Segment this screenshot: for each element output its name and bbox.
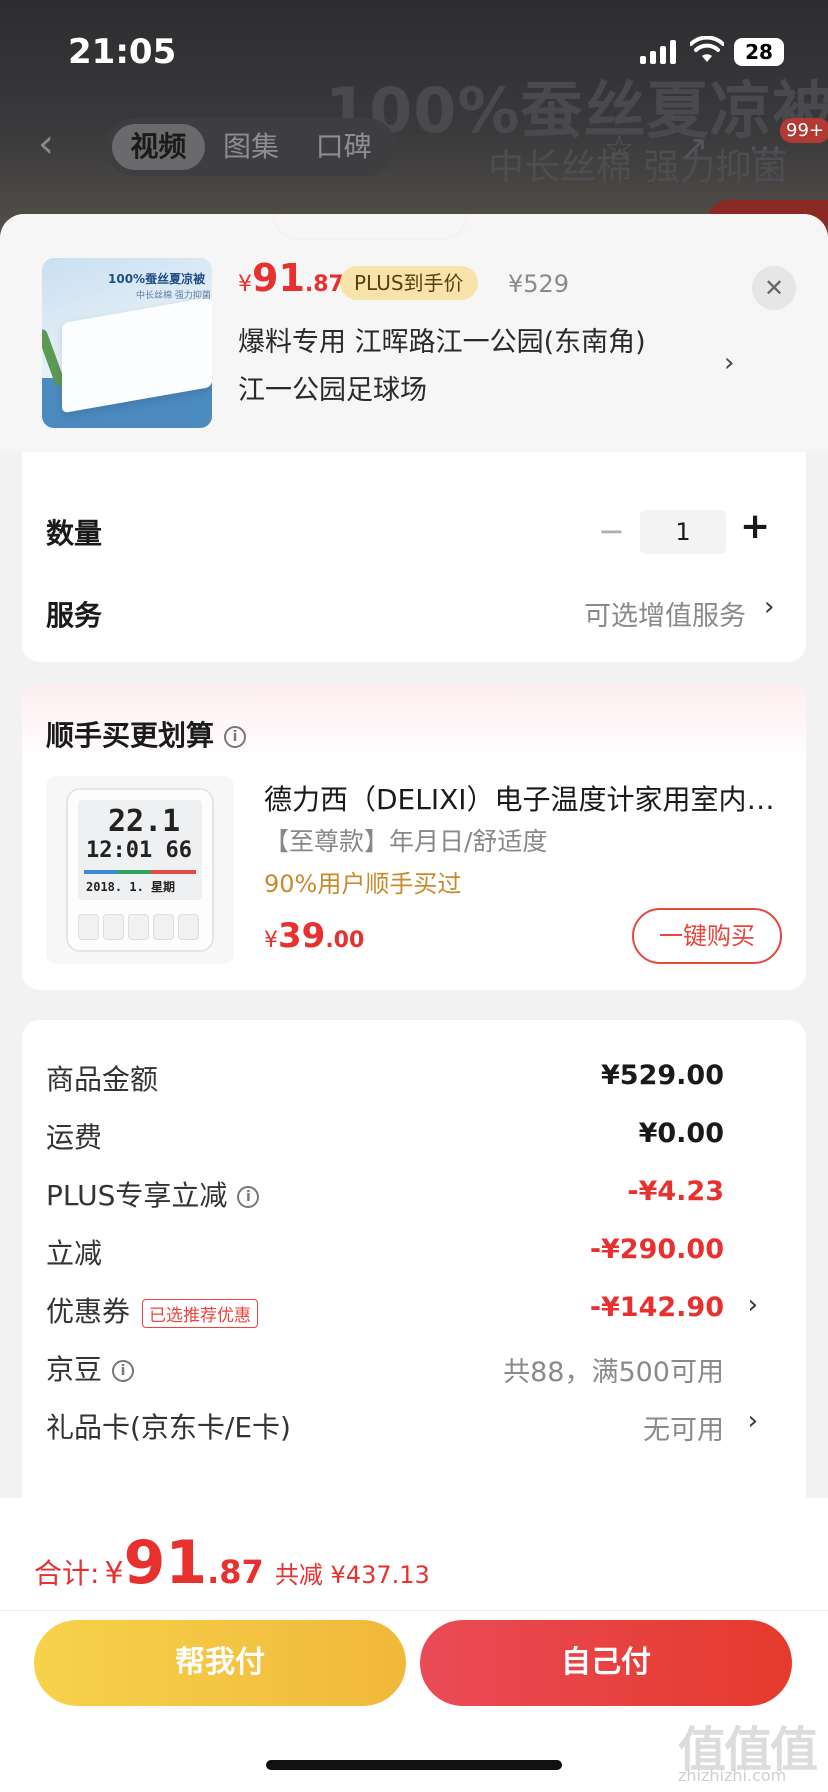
- top-nav: ‹ 视频 图集 口碑 ☆ ↗ ⋯ 99+: [0, 110, 828, 180]
- summary-label: 运费: [46, 1121, 103, 1154]
- comfort-bar: [84, 870, 196, 874]
- divider: [0, 1610, 828, 1611]
- one-click-buy-button[interactable]: 一键购买: [632, 908, 782, 964]
- original-price: ¥529: [508, 270, 570, 298]
- star-icon[interactable]: ☆: [604, 128, 634, 168]
- price-integer: 39: [278, 916, 326, 956]
- price-decimal: .87: [304, 272, 344, 297]
- recommended-coupon-tag: 已选推荐优惠: [142, 1298, 259, 1328]
- pay-myself-button[interactable]: 自己付: [420, 1620, 792, 1706]
- close-icon[interactable]: ✕: [752, 266, 796, 310]
- plus-price-tag: PLUS到手价: [340, 266, 478, 300]
- summary-value: -¥142.90: [589, 1292, 724, 1323]
- summary-value: ¥529.00: [601, 1060, 724, 1091]
- chevron-right-icon[interactable]: ›: [748, 1290, 758, 1320]
- summary-label-text: 优惠券: [46, 1295, 131, 1328]
- price-currency: ¥: [264, 928, 278, 953]
- display-temp: 22.1: [108, 804, 181, 839]
- checkout-bar: 合计: ¥91.87 共减 ¥437.13 帮我付 自己付 值值值 zhizhi…: [0, 1498, 828, 1792]
- summary-label: 礼品卡(京东卡/E卡): [46, 1411, 291, 1444]
- cart-badge: 99+: [780, 118, 828, 143]
- share-icon[interactable]: ↗: [680, 128, 709, 168]
- summary-value: -¥4.23: [627, 1176, 724, 1207]
- summary-row-jingdou: 京豆 i 共88，满500可用: [46, 1348, 786, 1388]
- address-line-2[interactable]: 江一公园足球场: [238, 368, 427, 407]
- tab-gallery[interactable]: 图集: [205, 124, 298, 170]
- back-chevron-icon[interactable]: ‹: [38, 124, 78, 164]
- summary-label: PLUS专享立减 i: [46, 1174, 260, 1214]
- summary-label: 京豆 i: [46, 1348, 135, 1388]
- summary-label: 优惠券 已选推荐优惠: [46, 1290, 259, 1330]
- quantity-minus-button[interactable]: −: [598, 512, 625, 550]
- tab-reviews[interactable]: 口碑: [297, 124, 390, 170]
- info-icon[interactable]: i: [237, 1186, 260, 1208]
- summary-row-shipping: 运费 ¥0.00: [46, 1116, 786, 1156]
- product-header: 100%蚕丝夏凉被 中长丝棉 强力抑菌 ¥91.87 PLUS到手价 ¥529 …: [0, 214, 828, 452]
- total-currency: ¥: [104, 1556, 124, 1591]
- summary-value: 共88，满500可用: [503, 1357, 724, 1388]
- summary-label-text: 京豆: [46, 1353, 103, 1386]
- summary-value: 无可用: [643, 1415, 724, 1446]
- summary-label: 立减: [46, 1237, 103, 1270]
- total-label: 合计:: [34, 1557, 100, 1590]
- price-decimal: .00: [325, 928, 365, 953]
- bundle-item-bought: 90%用户顺手买过: [264, 870, 462, 898]
- thumb-title: 100%蚕丝夏凉被: [108, 272, 206, 286]
- summary-row-instant-discount: 立减 -¥290.00: [46, 1232, 786, 1272]
- quantity-input[interactable]: 1: [640, 510, 726, 554]
- address-line-1[interactable]: 爆料专用 江晖路江一公园(东南角): [238, 320, 646, 359]
- info-icon[interactable]: i: [224, 726, 247, 748]
- product-thumbnail: 100%蚕丝夏凉被 中长丝棉 强力抑菌: [42, 258, 212, 428]
- summary-label-text: PLUS专享立减: [46, 1179, 228, 1212]
- help-me-pay-button[interactable]: 帮我付: [34, 1620, 406, 1706]
- price-integer: 91: [252, 256, 305, 300]
- info-icon[interactable]: i: [112, 1360, 135, 1382]
- display-hum: 12:01 66: [86, 838, 192, 863]
- summary-label: 商品金额: [46, 1063, 159, 1096]
- product-price: ¥91.87: [238, 256, 344, 300]
- home-indicator[interactable]: [266, 1760, 562, 1770]
- quantity-label: 数量: [46, 517, 103, 550]
- display-date: 2018. 1. 星期: [86, 880, 176, 894]
- bundle-card: 顺手买更划算 i 22.1 12:01 66 2018. 1. 星期 德力西（DE…: [22, 684, 806, 990]
- bundle-title-text: 顺手买更划算: [46, 719, 215, 752]
- more-icon[interactable]: ⋯: [748, 128, 782, 168]
- price-summary-card: 商品金额 ¥529.00 运费 ¥0.00 PLUS专享立减 i -¥4.23 立…: [22, 1020, 806, 1520]
- price-currency: ¥: [238, 272, 252, 297]
- bundle-item-name[interactable]: 德力西（DELIXI）电子温度计家用室内高精度温湿度计: [264, 778, 784, 818]
- bundle-product-image[interactable]: 22.1 12:01 66 2018. 1. 星期: [46, 776, 234, 964]
- summary-row-plus-discount: PLUS专享立减 i -¥4.23: [46, 1174, 786, 1214]
- thermometer-body: 22.1 12:01 66 2018. 1. 星期: [66, 788, 214, 952]
- total-decimal: .87: [207, 1553, 264, 1591]
- media-segmented-control: 视频 图集 口碑: [106, 118, 396, 176]
- service-label: 服务: [46, 599, 103, 632]
- total-integer: 91: [123, 1528, 208, 1598]
- chevron-right-icon[interactable]: ›: [764, 592, 774, 622]
- battery-icon: 28: [734, 38, 784, 66]
- thermometer-buttons: [78, 914, 199, 940]
- summary-value: -¥290.00: [589, 1234, 724, 1265]
- thermometer-screen: 22.1 12:01 66 2018. 1. 星期: [78, 800, 202, 900]
- total-saved: 共减 ¥437.13: [274, 1561, 430, 1589]
- wifi-icon: [690, 36, 724, 62]
- tab-video[interactable]: 视频: [112, 124, 205, 170]
- thumb-subtitle: 中长丝棉 强力抑菌: [136, 291, 211, 301]
- bundle-item-spec: 【至尊款】年月日/舒适度: [264, 827, 548, 856]
- order-total: 合计: ¥91.87 共减 ¥437.13: [34, 1528, 430, 1598]
- status-time: 21:05: [68, 32, 177, 72]
- bundle-title: 顺手买更划算 i: [46, 714, 247, 754]
- summary-value: ¥0.00: [638, 1118, 724, 1149]
- bundle-item-price: ¥39.00: [264, 916, 364, 956]
- watermark-url: zhizhizhi.com: [678, 1766, 787, 1785]
- summary-row-goods: 商品金额 ¥529.00: [46, 1058, 786, 1098]
- status-bar: 21:05 28: [0, 0, 828, 100]
- summary-row-coupon[interactable]: 优惠券 已选推荐优惠 -¥142.90 ›: [46, 1290, 786, 1330]
- chevron-right-icon[interactable]: ›: [748, 1406, 758, 1436]
- chevron-right-icon[interactable]: ›: [724, 348, 734, 378]
- service-value[interactable]: 可选增值服务: [584, 594, 746, 633]
- quantity-plus-button[interactable]: +: [740, 506, 770, 547]
- cellular-signal-icon: [640, 40, 676, 64]
- summary-row-gift-card[interactable]: 礼品卡(京东卡/E卡) 无可用 ›: [46, 1406, 786, 1446]
